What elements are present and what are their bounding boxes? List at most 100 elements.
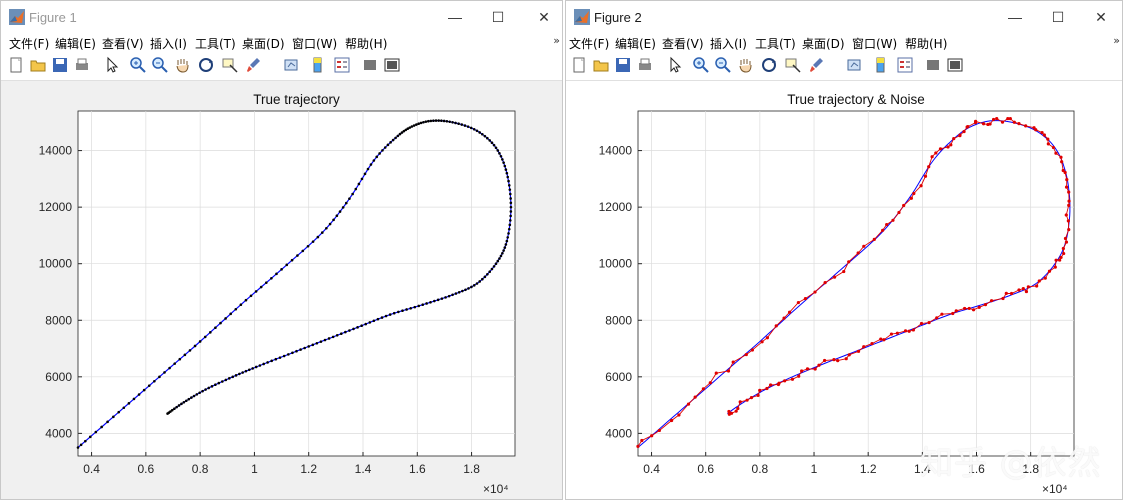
menu-view[interactable]: 查看(V): [102, 35, 144, 52]
pointer-icon[interactable]: [103, 56, 121, 74]
hide-plot-tools-icon[interactable]: [361, 56, 379, 74]
window-title: Figure 2: [594, 10, 642, 25]
brush-icon[interactable]: [245, 56, 263, 74]
trajectory-point: [409, 306, 412, 310]
trajectory-point: [509, 197, 512, 200]
trajectory-point: [254, 365, 258, 369]
show-plot-tools-icon[interactable]: [383, 56, 401, 74]
save-icon[interactable]: [614, 56, 632, 74]
noise-point: [1037, 279, 1041, 283]
noise-point: [946, 145, 950, 149]
menu-edit[interactable]: 编辑(E): [615, 35, 656, 52]
trajectory-point: [417, 122, 420, 126]
menu-tools[interactable]: 工具(T): [195, 35, 236, 52]
trajectory-point: [316, 235, 320, 239]
legend-icon[interactable]: [333, 56, 351, 74]
trajectory-point: [278, 356, 282, 359]
menu-window[interactable]: 窗口(W): [852, 35, 897, 52]
menu-insert[interactable]: 插入(I): [150, 35, 187, 52]
menu-overflow-icon[interactable]: »: [553, 34, 560, 47]
trajectory-point: [295, 349, 298, 353]
noise-point: [774, 324, 778, 328]
brush-icon[interactable]: [808, 56, 826, 74]
print-icon[interactable]: [73, 56, 91, 74]
data-cursor-icon[interactable]: [221, 56, 239, 74]
zoom-in-icon[interactable]: [129, 56, 147, 74]
noise-point: [919, 321, 924, 326]
trajectory-point: [467, 287, 470, 290]
figure-2-titlebar[interactable]: Figure 2 — ☐ ✕: [566, 1, 1122, 33]
close-button[interactable]: ✕: [1078, 1, 1122, 33]
link-plot-icon[interactable]: [846, 56, 864, 74]
trajectory-point: [503, 246, 507, 249]
new-figure-icon[interactable]: [7, 56, 25, 74]
menu-view[interactable]: 查看(V): [662, 35, 704, 52]
noise-point: [1040, 130, 1044, 135]
noise-point: [776, 382, 781, 387]
menu-help[interactable]: 帮助(H): [905, 35, 947, 52]
save-icon[interactable]: [51, 56, 69, 74]
noise-point: [1067, 199, 1071, 203]
trajectory-point: [270, 359, 273, 363]
trajectory-point: [396, 134, 400, 138]
open-file-icon[interactable]: [29, 56, 47, 74]
trajectory-point: [502, 249, 505, 252]
trajectory-point: [214, 383, 217, 387]
pan-hand-icon[interactable]: [173, 56, 191, 74]
trajectory-point: [457, 290, 461, 294]
colorbar-icon[interactable]: [872, 56, 890, 74]
zoom-out-icon[interactable]: [151, 56, 169, 74]
menu-help[interactable]: 帮助(H): [345, 35, 387, 52]
menu-file[interactable]: 文件(F): [9, 35, 49, 52]
colorbar-icon[interactable]: [309, 56, 327, 74]
menu-edit[interactable]: 编辑(E): [55, 35, 96, 52]
trajectory-point: [244, 369, 248, 373]
open-file-icon[interactable]: [592, 56, 610, 74]
link-plot-icon[interactable]: [283, 56, 301, 74]
noise-point: [879, 337, 883, 341]
maximize-button[interactable]: ☐: [475, 1, 521, 33]
noise-point: [1060, 160, 1064, 164]
pan-hand-icon[interactable]: [736, 56, 754, 74]
menu-insert[interactable]: 插入(I): [710, 35, 747, 52]
menu-overflow-icon[interactable]: »: [1113, 34, 1120, 47]
data-cursor-icon[interactable]: [784, 56, 802, 74]
print-icon[interactable]: [636, 56, 654, 74]
menu-file[interactable]: 文件(F): [569, 35, 609, 52]
maximize-button[interactable]: ☐: [1035, 1, 1081, 33]
noise-point: [738, 400, 742, 404]
rotate-3d-icon[interactable]: [197, 56, 215, 74]
menu-desktop[interactable]: 桌面(D): [802, 35, 845, 52]
true-trajectory-chart[interactable]: 0.4 0.6 0.8 1 1.2 1.4 1.6 1.8 4000 6000 8000 10000 1…: [1, 81, 563, 500]
hide-plot-tools-icon[interactable]: [924, 56, 942, 74]
trajectory-point: [422, 120, 425, 124]
trajectory-point: [427, 119, 430, 123]
noise-point: [796, 300, 800, 305]
trajectory-point: [351, 192, 354, 196]
trajectory-point: [506, 175, 510, 179]
trajectory-point: [311, 343, 315, 347]
window-title: Figure 1: [29, 10, 77, 25]
minimize-button[interactable]: —: [992, 1, 1038, 33]
minimize-button[interactable]: —: [432, 1, 478, 33]
noise-point: [803, 296, 808, 301]
menu-desktop[interactable]: 桌面(D): [242, 35, 285, 52]
menu-window[interactable]: 窗口(W): [292, 35, 337, 52]
zoom-in-icon[interactable]: [692, 56, 710, 74]
figure-1-titlebar[interactable]: Figure 1 — ☐ ✕: [1, 1, 562, 33]
menu-tools[interactable]: 工具(T): [755, 35, 796, 52]
pointer-icon[interactable]: [666, 56, 684, 74]
trajectory-point: [327, 337, 331, 340]
new-figure-icon[interactable]: [570, 56, 588, 74]
trajectory-point: [469, 126, 473, 130]
noise-point: [790, 377, 795, 381]
close-button[interactable]: ✕: [521, 1, 562, 33]
show-plot-tools-icon[interactable]: [946, 56, 964, 74]
trajectory-point: [307, 345, 311, 348]
trajectory-point: [274, 357, 278, 361]
zoom-out-icon[interactable]: [714, 56, 732, 74]
rotate-3d-icon[interactable]: [760, 56, 778, 74]
noise-point: [1035, 284, 1039, 288]
legend-icon[interactable]: [896, 56, 914, 74]
y-tick-label: 4000: [605, 426, 632, 440]
